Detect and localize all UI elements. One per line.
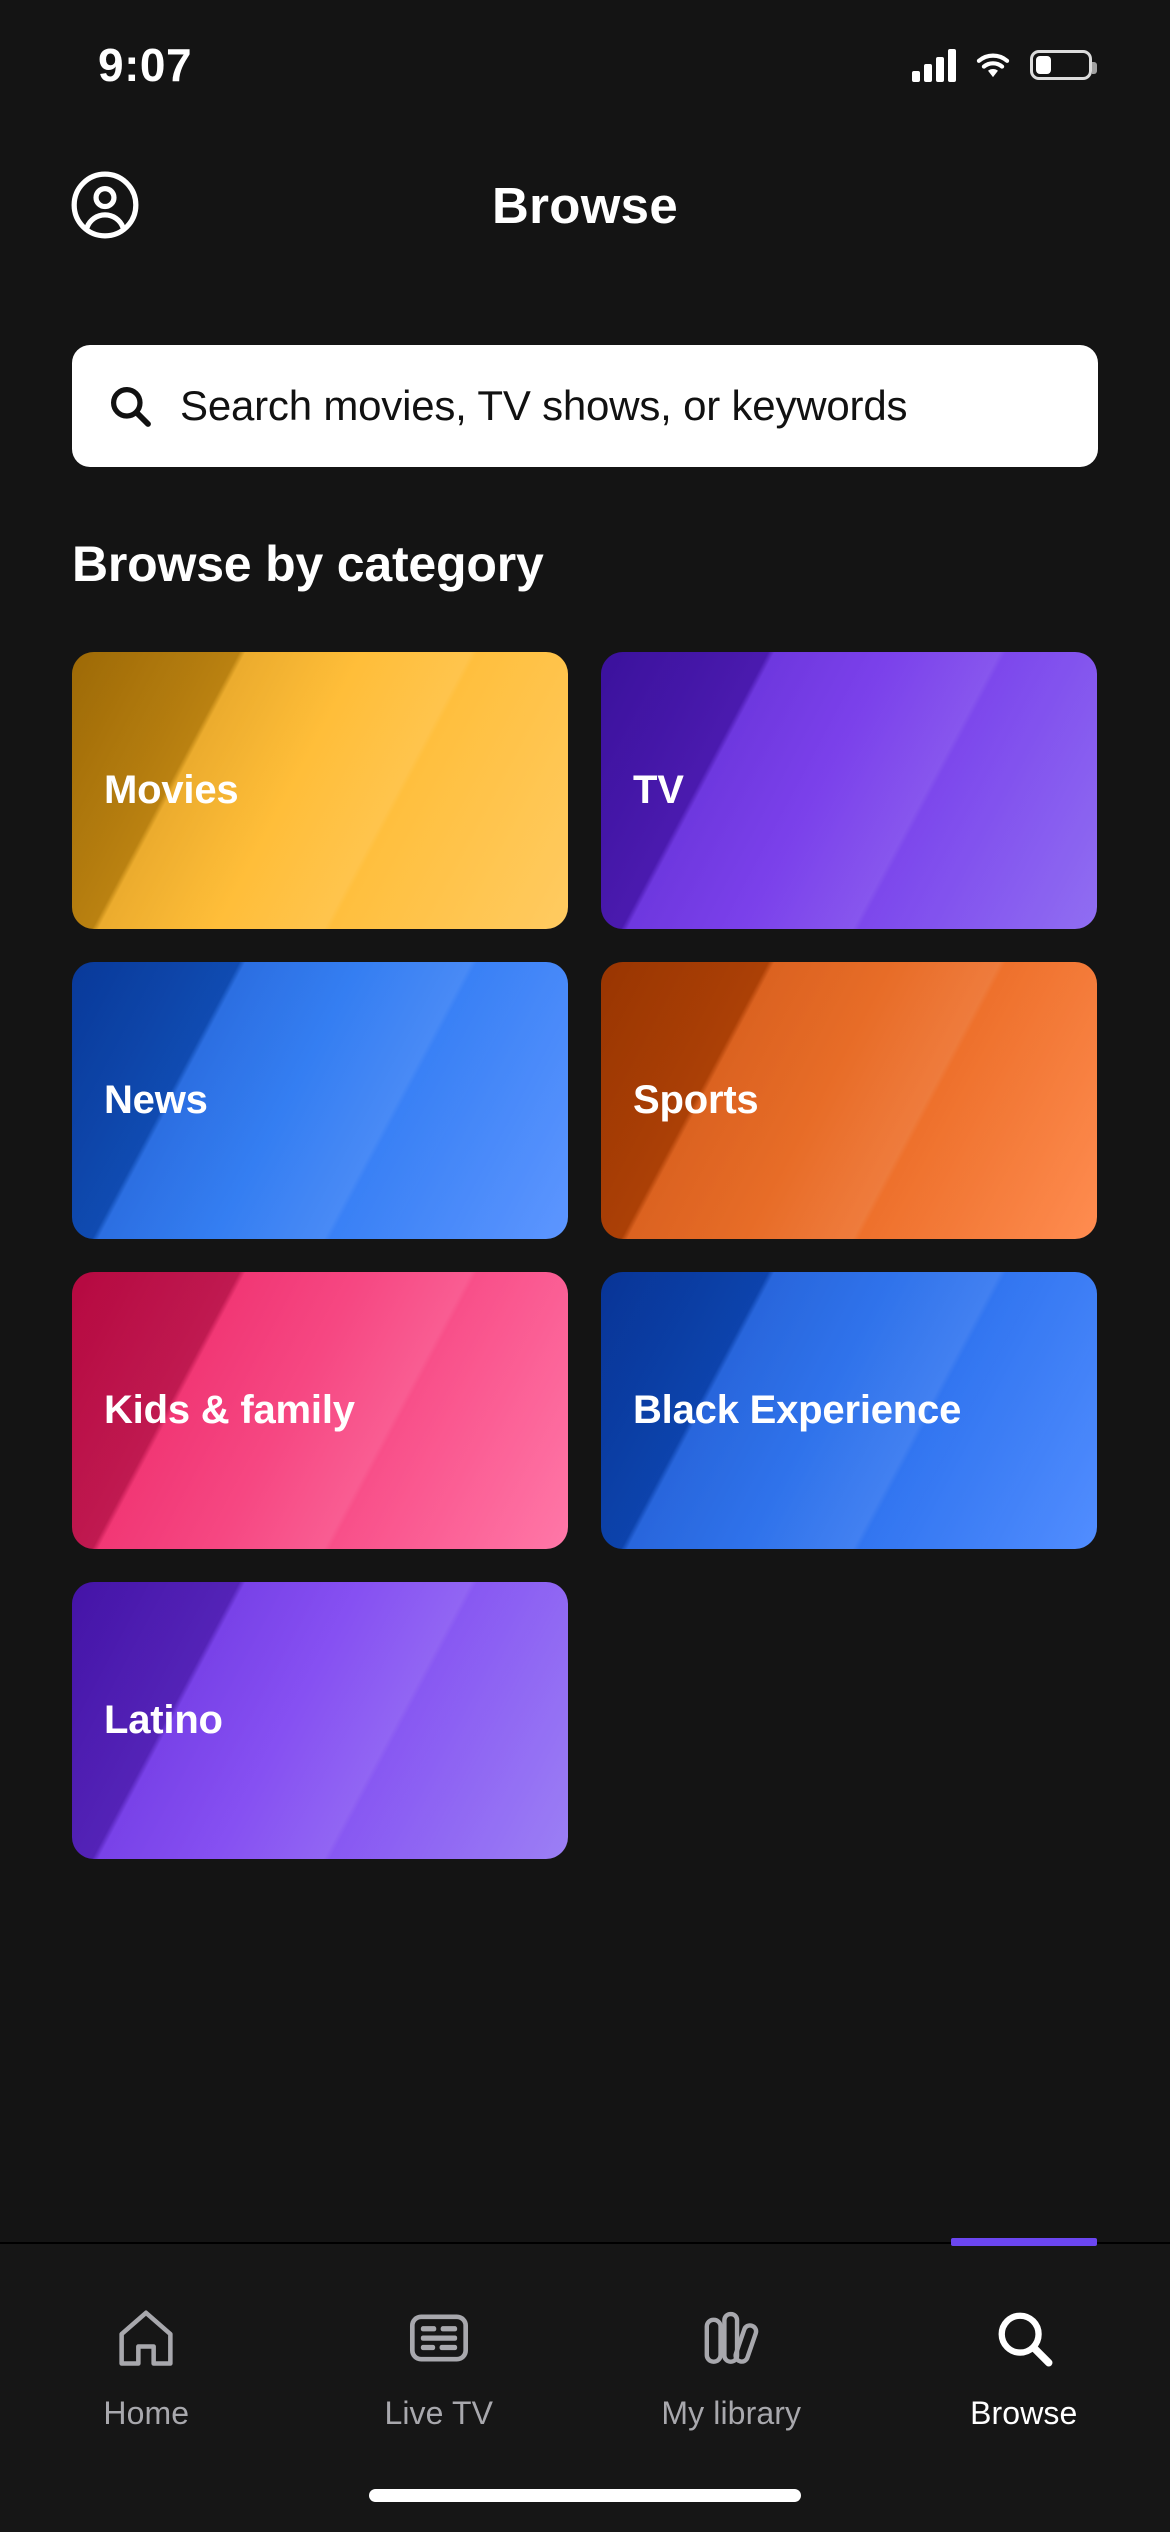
cellular-signal-icon [912,48,956,82]
category-tile-label: Black Experience [633,1388,962,1432]
tab-browse[interactable]: Browse [878,2244,1170,2469]
status-bar-indicators [912,48,1097,82]
category-tile[interactable]: Movies [72,652,568,929]
category-tile[interactable]: TV [601,652,1097,929]
status-bar-time: 9:07 [98,39,193,91]
category-tile-label: TV [633,768,684,812]
app-header: Browse [0,150,1170,260]
tab-home[interactable]: Home [0,2244,293,2469]
search-icon [987,2303,1061,2373]
category-tile-label: Sports [633,1078,759,1122]
category-tile-label: Kids & family [104,1388,355,1432]
tab-label: My library [661,2395,802,2431]
home-indicator-bar [369,2489,801,2502]
tab-my-library[interactable]: My library [585,2244,878,2469]
category-tile[interactable]: Black Experience [601,1272,1097,1549]
section-title-browse-by-category: Browse by category [72,536,544,592]
category-grid: Movies TV News Sports Kids & family Black Exp… [72,652,1098,1859]
search-input[interactable]: Search movies, TV shows, or keywords [72,345,1098,467]
bottom-tab-bar: Home Live TV My library Browse [0,2238,1170,2532]
wifi-icon [976,53,1010,78]
category-tile[interactable]: Sports [601,962,1097,1239]
search-icon [110,386,151,427]
search-placeholder: Search movies, TV shows, or keywords [180,382,908,429]
home-icon [109,2303,183,2373]
status-bar: 9:07 [0,0,1170,130]
tab-label: Live TV [384,2395,494,2431]
category-tile[interactable]: News [72,962,568,1239]
tab-label: Home [103,2395,190,2431]
category-tile-label: Latino [104,1698,223,1742]
category-tile-label: Movies [104,768,239,812]
battery-icon [1030,50,1097,80]
tab-label: Browse [970,2395,1078,2431]
category-tile-label: News [104,1078,208,1122]
tab-live-tv[interactable]: Live TV [293,2244,586,2469]
account-circle-icon[interactable] [68,168,142,242]
page-title: Browse [491,176,679,234]
live-tv-icon [402,2303,476,2373]
my-library-icon [694,2303,768,2373]
category-tile[interactable]: Latino [72,1582,568,1859]
category-tile[interactable]: Kids & family [72,1272,568,1549]
